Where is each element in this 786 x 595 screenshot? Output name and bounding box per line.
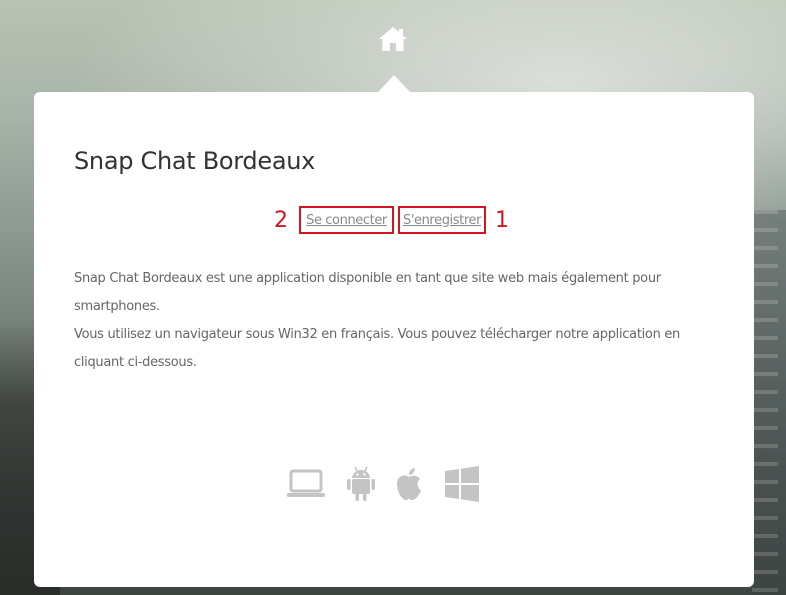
platform-downloads: [286, 464, 486, 504]
card-pointer: [378, 75, 410, 92]
auth-links: 2 Se connecter S'enregistrer 1: [34, 206, 754, 240]
login-link[interactable]: Se connecter: [306, 213, 387, 228]
apple-icon[interactable]: [394, 466, 424, 502]
annotation-box-register: S'enregistrer: [398, 206, 486, 234]
page-background: Snap Chat Bordeaux 2 Se connecter S'enre…: [0, 0, 786, 595]
annotation-marker-register: 1: [495, 208, 509, 233]
description-line-2: Vous utilisez un navigateur sous Win32 e…: [74, 327, 680, 370]
main-card: Snap Chat Bordeaux 2 Se connecter S'enre…: [34, 92, 754, 587]
laptop-icon[interactable]: [286, 468, 326, 500]
android-icon[interactable]: [346, 466, 376, 502]
description-line-1: Snap Chat Bordeaux est une application d…: [74, 271, 661, 314]
register-link[interactable]: S'enregistrer: [403, 213, 481, 228]
home-icon[interactable]: [377, 25, 409, 53]
annotation-box-connect: Se connecter: [299, 206, 394, 234]
annotation-marker-connect: 2: [274, 208, 288, 233]
app-description: Snap Chat Bordeaux est une application d…: [74, 265, 714, 377]
page-title: Snap Chat Bordeaux: [74, 147, 316, 175]
windows-icon[interactable]: [444, 466, 480, 502]
